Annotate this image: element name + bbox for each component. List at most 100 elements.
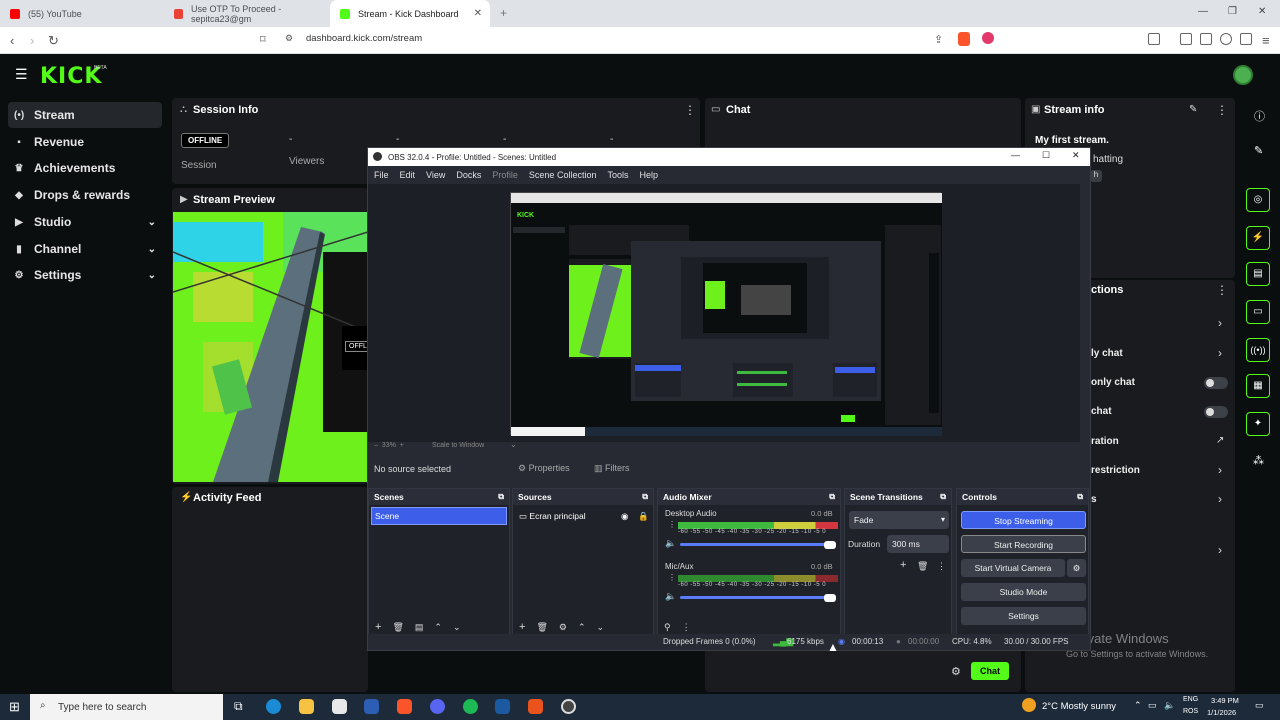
wrench-icon[interactable]: ⚲ — [664, 622, 671, 633]
new-tab-icon[interactable]: + — [500, 6, 507, 20]
more-options-icon[interactable]: ⋮ — [668, 520, 676, 529]
brave-shield-icon[interactable] — [958, 32, 970, 46]
filters-button[interactable]: ▥ Filters — [594, 463, 630, 474]
wallet-icon[interactable] — [1200, 33, 1212, 45]
dock-float-icon[interactable]: ⧉ — [940, 489, 946, 505]
vpn-icon[interactable] — [1240, 33, 1252, 45]
volume-knob[interactable] — [824, 541, 836, 549]
toggle-switch[interactable] — [1204, 406, 1228, 418]
source-item[interactable]: ▭ Ecran principal ◉ 🔒 — [515, 507, 651, 525]
file-explorer-icon[interactable] — [299, 699, 314, 714]
sidebar-item-settings[interactable]: ⚙ Settings ⌄ — [8, 262, 162, 288]
more-options-icon[interactable]: ⋮ — [682, 622, 691, 633]
more-options-icon[interactable]: ⋮ — [1216, 103, 1228, 117]
chevron-right-icon[interactable]: › — [1218, 543, 1222, 557]
chevron-right-icon[interactable]: › — [1218, 316, 1222, 330]
toggle-switch[interactable] — [1204, 377, 1228, 389]
more-options-icon[interactable]: ⋮ — [937, 561, 946, 572]
leo-icon[interactable] — [1220, 33, 1232, 45]
chat-send-button[interactable]: Chat — [971, 662, 1009, 680]
close-tab-icon[interactable]: ✕ — [474, 8, 482, 19]
brave-rewards-icon[interactable] — [982, 32, 994, 44]
url-field[interactable]: dashboard.kick.com/stream — [306, 33, 422, 44]
add-icon[interactable]: + — [375, 621, 381, 633]
sidebar-item-revenue[interactable]: ▪ Revenue — [8, 129, 162, 155]
obs-preview[interactable]: KICK – 33% + Scale to Window ⌄ — [368, 184, 1080, 449]
stream-preview-video[interactable] — [173, 212, 368, 482]
gear-icon[interactable]: ⚙ — [559, 622, 567, 633]
lock-icon[interactable]: 🔒 — [638, 507, 649, 525]
volume-knob[interactable] — [824, 594, 836, 602]
volume-slider-desktop[interactable] — [680, 543, 830, 546]
settings-button[interactable]: Settings — [961, 607, 1086, 625]
avatar[interactable] — [1233, 65, 1253, 85]
start-recording-button[interactable]: Start Recording — [961, 535, 1086, 553]
spotify-icon[interactable] — [463, 699, 478, 714]
speaker-icon[interactable]: 🔈 — [665, 538, 676, 549]
sidebar-item-drops[interactable]: ◆ Drops & rewards — [8, 182, 162, 208]
menu-tools[interactable]: Tools — [607, 170, 628, 180]
dock-float-icon[interactable]: ⧉ — [498, 489, 504, 505]
trash-icon[interactable]: 🗑 — [392, 622, 403, 633]
more-options-icon[interactable]: ⋮ — [1216, 283, 1228, 297]
chevron-up-icon[interactable]: ⌃ — [578, 622, 586, 633]
start-virtual-camera-button[interactable]: Start Virtual Camera — [961, 559, 1065, 577]
broadcast-icon[interactable]: ((•)) — [1246, 338, 1270, 362]
bookmark-icon[interactable]: ⌑ — [260, 33, 266, 46]
volume-slider-mic[interactable] — [680, 596, 830, 599]
layout-icon[interactable]: ▦ — [1246, 374, 1270, 398]
info-circle-icon[interactable]: ⓘ — [1254, 108, 1265, 124]
scene-item[interactable]: Scene — [371, 507, 507, 525]
virtual-camera-settings-icon[interactable]: ⚙ — [1067, 559, 1086, 577]
obs-taskbar-icon[interactable] — [561, 699, 576, 714]
menu-file[interactable]: File — [374, 170, 389, 180]
scale-mode[interactable]: Scale to Window — [432, 442, 484, 449]
chat-bubble-icon[interactable]: ▭ — [1246, 300, 1270, 324]
store-icon[interactable] — [332, 699, 347, 714]
dock-float-icon[interactable]: ⧉ — [642, 489, 648, 505]
chevron-right-icon[interactable]: › — [1218, 492, 1222, 506]
language-indicator[interactable]: ENG — [1183, 696, 1198, 703]
lightning-icon[interactable]: ⚡ — [1246, 226, 1270, 250]
windows-start-icon[interactable]: ⊞ — [9, 699, 20, 715]
chevron-down-icon[interactable]: ⌄ — [510, 440, 517, 449]
share-icon[interactable]: ⇪ — [934, 33, 943, 46]
dock-float-icon[interactable]: ⧉ — [829, 489, 835, 505]
dock-float-icon[interactable]: ⧉ — [1077, 489, 1083, 505]
menu-icon[interactable]: ≡ — [1262, 33, 1270, 48]
chevron-up-icon[interactable]: ⌃ — [1134, 700, 1142, 711]
sidebar-item-channel[interactable]: ▮ Channel ⌄ — [8, 236, 162, 262]
tab-search-icon[interactable] — [1148, 33, 1160, 45]
menu-scene-collection[interactable]: Scene Collection — [529, 170, 597, 180]
sidebar-icon[interactable] — [1180, 33, 1192, 45]
menu-view[interactable]: View — [426, 170, 445, 180]
chat-settings-icon[interactable]: ⚙ — [951, 665, 961, 678]
minimize-icon[interactable]: — — [1011, 150, 1020, 160]
wrench-icon[interactable]: ✦ — [1246, 412, 1270, 436]
hamburger-menu-icon[interactable]: ☰ — [15, 66, 28, 83]
weather-text[interactable]: 2°C Mostly sunny — [1042, 701, 1116, 712]
add-icon[interactable]: + — [900, 559, 906, 571]
menu-profile[interactable]: Profile — [492, 170, 518, 180]
tab-youtube[interactable]: (55) YouTube — [0, 0, 163, 27]
zoom-level[interactable]: – 33% + — [374, 442, 404, 449]
close-window-icon[interactable]: ✕ — [1072, 150, 1080, 161]
chevron-down-icon[interactable]: ⌄ — [597, 622, 605, 633]
more-options-icon[interactable]: ⋮ — [684, 103, 696, 117]
eye-icon[interactable]: ◉ — [621, 507, 628, 525]
chevron-up-icon[interactable]: ⌃ — [434, 622, 442, 633]
add-icon[interactable]: + — [519, 621, 525, 633]
mail-icon[interactable] — [364, 699, 379, 714]
minimize-icon[interactable]: — — [1198, 6, 1208, 17]
sidebar-item-studio[interactable]: ▶ Studio ⌄ — [8, 209, 162, 235]
clock-date[interactable]: 1/1/2026 — [1207, 708, 1236, 717]
properties-button[interactable]: ⚙ Properties — [518, 463, 570, 474]
maximize-icon[interactable]: ❐ — [1228, 6, 1237, 17]
tab-gmail[interactable]: Use OTP To Proceed - sepitca23@gm — [164, 0, 329, 27]
trash-icon[interactable]: 🗑 — [917, 561, 928, 572]
edit-icon[interactable]: ✎ — [1189, 104, 1197, 115]
taskbar-search[interactable]: ⌕ Type here to search — [30, 694, 223, 720]
sidebar-item-achievements[interactable]: ♛ Achievements — [8, 155, 162, 181]
studio-mode-button[interactable]: Studio Mode — [961, 583, 1086, 601]
more-options-icon[interactable]: ⋮ — [668, 573, 676, 582]
